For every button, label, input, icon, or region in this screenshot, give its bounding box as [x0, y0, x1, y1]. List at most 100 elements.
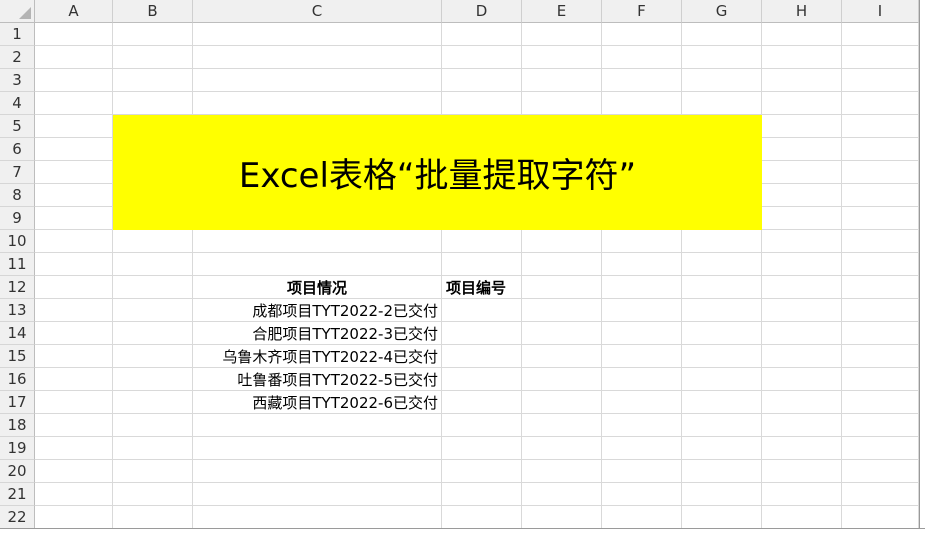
row-header-22[interactable]: 22	[0, 506, 35, 529]
row-header-8[interactable]: 8	[0, 184, 35, 207]
grid-cell-e2[interactable]	[522, 46, 602, 69]
grid-cell-f3[interactable]	[602, 69, 682, 92]
grid-cell-a16[interactable]	[35, 368, 113, 391]
grid-cell-a22[interactable]	[35, 506, 113, 529]
grid-cell-a3[interactable]	[35, 69, 113, 92]
grid-cell-h4[interactable]	[762, 92, 842, 115]
grid-cell-c20[interactable]	[193, 460, 442, 483]
grid-cell-a1[interactable]	[35, 23, 113, 46]
grid-cell-a13[interactable]	[35, 299, 113, 322]
grid-cell-b22[interactable]	[113, 506, 193, 529]
grid-cell-b15[interactable]	[113, 345, 193, 368]
grid-cell-f18[interactable]	[602, 414, 682, 437]
grid-cell-i10[interactable]	[842, 230, 919, 253]
grid-cell-c1[interactable]	[193, 23, 442, 46]
grid-cell-h3[interactable]	[762, 69, 842, 92]
grid-cell-g12[interactable]	[682, 276, 762, 299]
row-header-11[interactable]: 11	[0, 253, 35, 276]
grid-cell-g22[interactable]	[682, 506, 762, 529]
grid-cell-f10[interactable]	[602, 230, 682, 253]
row-header-19[interactable]: 19	[0, 437, 35, 460]
grid-cell-e20[interactable]	[522, 460, 602, 483]
grid-cell-a12[interactable]	[35, 276, 113, 299]
row-header-5[interactable]: 5	[0, 115, 35, 138]
grid-cell-i11[interactable]	[842, 253, 919, 276]
grid-cell-c19[interactable]	[193, 437, 442, 460]
grid-cell-c2[interactable]	[193, 46, 442, 69]
row-header-4[interactable]: 4	[0, 92, 35, 115]
grid-cell-b3[interactable]	[113, 69, 193, 92]
grid-cell-a20[interactable]	[35, 460, 113, 483]
row-header-21[interactable]: 21	[0, 483, 35, 506]
row-header-7[interactable]: 7	[0, 161, 35, 184]
grid-cell-d15[interactable]	[442, 345, 522, 368]
grid-cell-d3[interactable]	[442, 69, 522, 92]
grid-cell-b12[interactable]	[113, 276, 193, 299]
grid-cell-e18[interactable]	[522, 414, 602, 437]
grid-cell-b19[interactable]	[113, 437, 193, 460]
grid-cell-i7[interactable]	[842, 161, 919, 184]
grid-cell-i22[interactable]	[842, 506, 919, 529]
grid-cell-e15[interactable]	[522, 345, 602, 368]
grid-cell-i12[interactable]	[842, 276, 919, 299]
grid-cell-i15[interactable]	[842, 345, 919, 368]
row-header-17[interactable]: 17	[0, 391, 35, 414]
grid-cell-f16[interactable]	[602, 368, 682, 391]
grid-cell-g19[interactable]	[682, 437, 762, 460]
row-header-2[interactable]: 2	[0, 46, 35, 69]
grid-cell-e21[interactable]	[522, 483, 602, 506]
grid-cell-i16[interactable]	[842, 368, 919, 391]
cell-c13[interactable]: 成都项目TYT2022-2已交付	[193, 299, 442, 322]
grid-cell-d4[interactable]	[442, 92, 522, 115]
grid-cell-c4[interactable]	[193, 92, 442, 115]
grid-cell-a8[interactable]	[35, 184, 113, 207]
grid-cell-d18[interactable]	[442, 414, 522, 437]
grid-cell-a19[interactable]	[35, 437, 113, 460]
grid-cell-a10[interactable]	[35, 230, 113, 253]
grid-cell-c22[interactable]	[193, 506, 442, 529]
grid-cell-i5[interactable]	[842, 115, 919, 138]
grid-cell-g4[interactable]	[682, 92, 762, 115]
grid-cell-c18[interactable]	[193, 414, 442, 437]
grid-cell-g11[interactable]	[682, 253, 762, 276]
grid-cell-g2[interactable]	[682, 46, 762, 69]
grid-cell-h6[interactable]	[762, 138, 842, 161]
grid-cell-f2[interactable]	[602, 46, 682, 69]
grid-cell-h22[interactable]	[762, 506, 842, 529]
grid-cell-f12[interactable]	[602, 276, 682, 299]
grid-cell-e13[interactable]	[522, 299, 602, 322]
grid-cell-d2[interactable]	[442, 46, 522, 69]
cell-c15[interactable]: 乌鲁木齐项目TYT2022-4已交付	[193, 345, 442, 368]
grid-cell-d16[interactable]	[442, 368, 522, 391]
column-header-e[interactable]: E	[522, 0, 602, 23]
row-header-3[interactable]: 3	[0, 69, 35, 92]
grid-cell-e19[interactable]	[522, 437, 602, 460]
grid-cell-a17[interactable]	[35, 391, 113, 414]
grid-cell-h10[interactable]	[762, 230, 842, 253]
grid-cell-a18[interactable]	[35, 414, 113, 437]
column-header-d[interactable]: D	[442, 0, 522, 23]
grid-cell-i17[interactable]	[842, 391, 919, 414]
grid-cell-c10[interactable]	[193, 230, 442, 253]
grid-cell-a9[interactable]	[35, 207, 113, 230]
grid-cell-b13[interactable]	[113, 299, 193, 322]
grid-cell-i2[interactable]	[842, 46, 919, 69]
grid-cell-g15[interactable]	[682, 345, 762, 368]
grid-cell-g13[interactable]	[682, 299, 762, 322]
merged-title-cell-b5-g9[interactable]: Excel表格“批量提取字符”	[113, 115, 762, 230]
grid-cell-d14[interactable]	[442, 322, 522, 345]
row-header-14[interactable]: 14	[0, 322, 35, 345]
grid-cell-g10[interactable]	[682, 230, 762, 253]
cell-d12-header[interactable]: 项目编号	[442, 276, 522, 299]
grid-cell-d10[interactable]	[442, 230, 522, 253]
grid-cell-g16[interactable]	[682, 368, 762, 391]
grid-cell-b4[interactable]	[113, 92, 193, 115]
column-header-c[interactable]: C	[193, 0, 442, 23]
grid-cell-h8[interactable]	[762, 184, 842, 207]
grid-cell-b11[interactable]	[113, 253, 193, 276]
row-header-20[interactable]: 20	[0, 460, 35, 483]
cell-c16[interactable]: 吐鲁番项目TYT2022-5已交付	[193, 368, 442, 391]
row-header-9[interactable]: 9	[0, 207, 35, 230]
grid-cell-i13[interactable]	[842, 299, 919, 322]
grid-cell-a7[interactable]	[35, 161, 113, 184]
